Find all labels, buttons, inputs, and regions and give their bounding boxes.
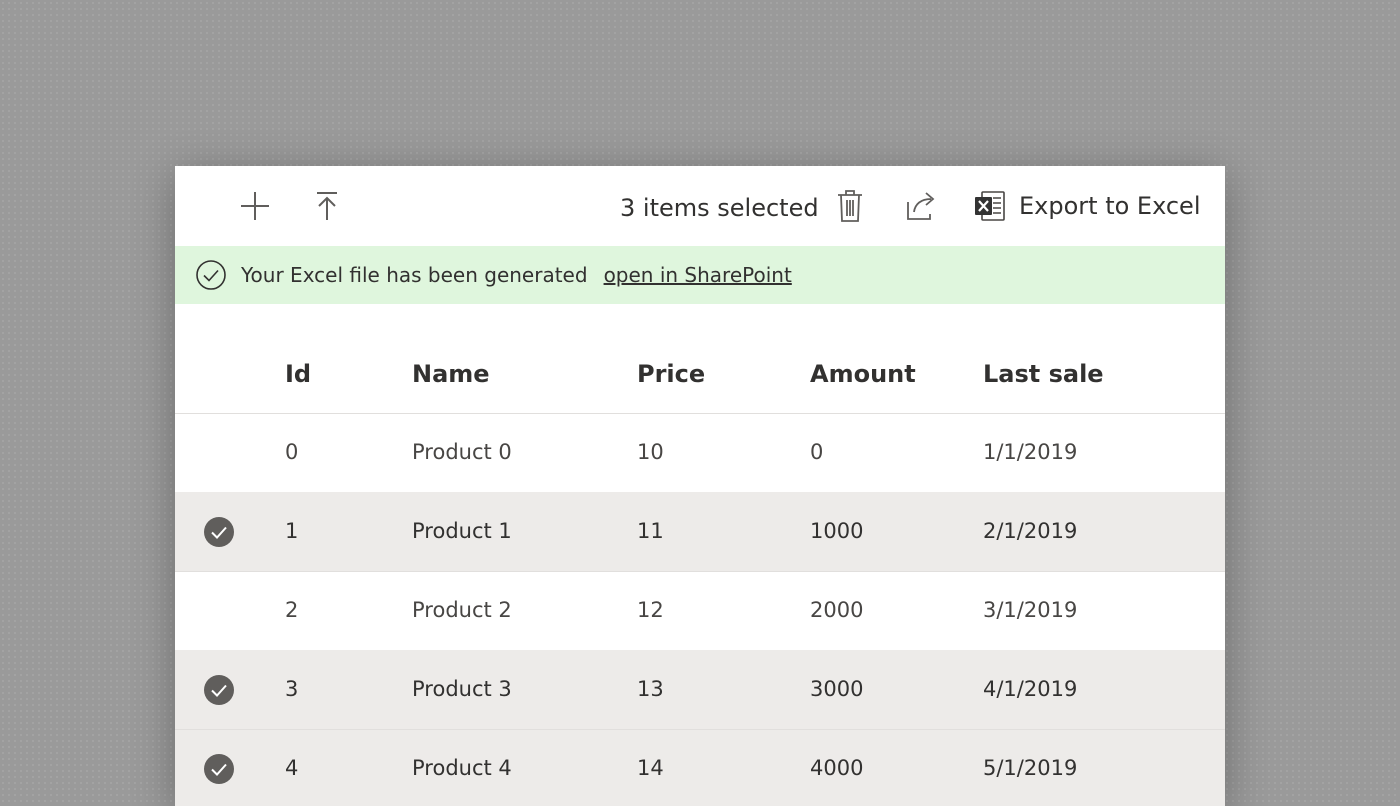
column-header-name[interactable]: Name [412, 360, 490, 388]
cell-id: 0 [285, 440, 299, 464]
cell-amount: 0 [810, 440, 824, 464]
cell-price: 13 [637, 677, 664, 701]
products-table: Id Name Price Amount Last sale 0 Product… [175, 304, 1225, 806]
cell-price: 10 [637, 440, 664, 464]
trash-icon[interactable] [832, 188, 868, 224]
share-icon[interactable] [904, 188, 940, 224]
cell-amount: 4000 [810, 756, 864, 780]
export-to-excel-button[interactable]: Export to Excel [973, 186, 1201, 226]
upload-icon[interactable] [309, 188, 345, 224]
checkmark-circle-icon [195, 259, 227, 291]
column-header-id[interactable]: Id [285, 360, 311, 388]
table-row[interactable]: 3 Product 3 13 3000 4/1/2019 [175, 651, 1225, 730]
banner-message: Your Excel file has been generated [241, 263, 588, 287]
column-header-last-sale[interactable]: Last sale [983, 360, 1104, 388]
cell-last-sale: 4/1/2019 [983, 677, 1078, 701]
cell-name: Product 0 [412, 440, 512, 464]
table-header: Id Name Price Amount Last sale [175, 304, 1225, 414]
cell-name: Product 2 [412, 598, 512, 622]
table-row[interactable]: 2 Product 2 12 2000 3/1/2019 [175, 572, 1225, 651]
cell-price: 14 [637, 756, 664, 780]
column-header-amount[interactable]: Amount [810, 360, 916, 388]
row-checkmark-icon[interactable] [203, 753, 235, 785]
cell-amount: 2000 [810, 598, 864, 622]
cell-price: 11 [637, 519, 664, 543]
table-row[interactable]: 0 Product 0 10 0 1/1/2019 [175, 414, 1225, 493]
cell-last-sale: 5/1/2019 [983, 756, 1078, 780]
cell-name: Product 4 [412, 756, 512, 780]
table-row[interactable]: 4 Product 4 14 4000 5/1/2019 [175, 730, 1225, 806]
command-bar: 3 items selected Export to Excel [175, 166, 1225, 246]
cell-name: Product 3 [412, 677, 512, 701]
cell-amount: 1000 [810, 519, 864, 543]
row-checkmark-icon[interactable] [203, 516, 235, 548]
open-in-sharepoint-link[interactable]: open in SharePoint [604, 263, 792, 287]
table-row[interactable]: 1 Product 1 11 1000 2/1/2019 [175, 493, 1225, 572]
cell-id: 2 [285, 598, 299, 622]
cell-amount: 3000 [810, 677, 864, 701]
cell-id: 1 [285, 519, 299, 543]
cell-name: Product 1 [412, 519, 512, 543]
row-checkmark-icon[interactable] [203, 674, 235, 706]
plus-icon[interactable] [237, 188, 273, 224]
cell-id: 4 [285, 756, 299, 780]
cell-id: 3 [285, 677, 299, 701]
success-banner: Your Excel file has been generated open … [175, 246, 1225, 304]
excel-icon [973, 189, 1007, 223]
cell-last-sale: 3/1/2019 [983, 598, 1078, 622]
column-header-price[interactable]: Price [637, 360, 705, 388]
export-label: Export to Excel [1019, 192, 1201, 220]
selection-count: 3 items selected [620, 194, 819, 222]
products-panel: 3 items selected Export to Excel Your Ex… [175, 166, 1225, 806]
cell-last-sale: 2/1/2019 [983, 519, 1078, 543]
cell-last-sale: 1/1/2019 [983, 440, 1078, 464]
cell-price: 12 [637, 598, 664, 622]
